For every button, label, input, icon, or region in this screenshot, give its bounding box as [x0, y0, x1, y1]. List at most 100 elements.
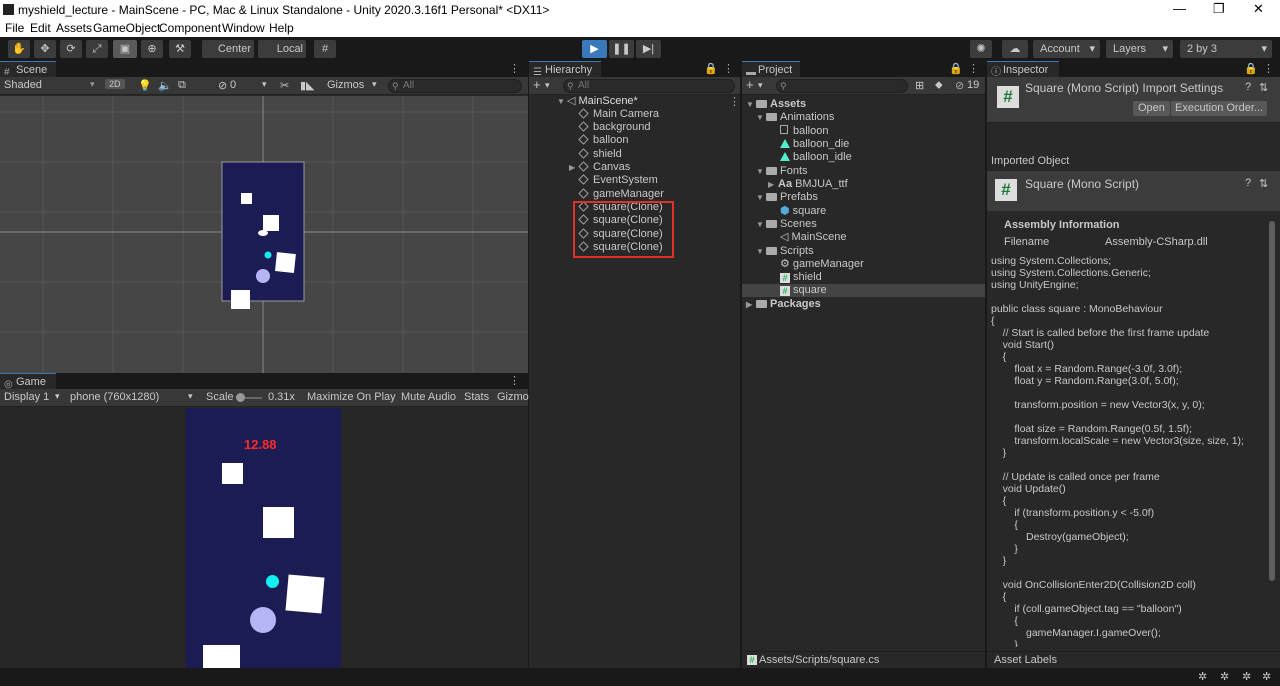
game-viewport[interactable]: 12.88 — [0, 408, 528, 668]
list-item[interactable]: Main Camera — [578, 108, 659, 121]
resolution-dropdown[interactable]: phone (760x1280) — [70, 391, 159, 403]
custom-tool-icon[interactable]: ⚒ — [169, 40, 191, 58]
mute-audio-toggle[interactable]: Mute Audio — [401, 391, 456, 403]
effects-icon[interactable]: ⧉ — [178, 79, 186, 92]
pivot-local-button[interactable]: Local — [258, 40, 306, 58]
scene-root-item[interactable]: ▼ ◁ MainScene* — [557, 95, 638, 108]
scale-tool-icon[interactable]: ⤢ — [86, 40, 108, 58]
hidden-packages-icon[interactable]: ⊘ — [955, 79, 964, 92]
more-icon[interactable]: ⋮ — [723, 62, 734, 75]
list-item[interactable]: shield — [578, 148, 622, 161]
add-icon[interactable]: + — [533, 77, 541, 92]
menu-component[interactable]: Component — [159, 21, 221, 35]
list-item[interactable]: background — [578, 121, 651, 134]
gizmos-dropdown[interactable]: Gizmos — [327, 79, 364, 91]
list-item[interactable]: ⚙ gameManager — [780, 258, 864, 271]
more-icon[interactable]: ⋮ — [729, 95, 740, 108]
visibility-icon[interactable]: ⊘ — [218, 79, 227, 92]
tab-scene[interactable]: # Scene — [0, 61, 56, 78]
list-item[interactable]: ⬢ square — [780, 205, 826, 218]
menu-edit[interactable]: Edit — [30, 21, 51, 35]
folder-scenes[interactable]: ▼ Scenes — [756, 218, 817, 231]
search-by-type-icon[interactable]: ⊞ — [915, 79, 924, 92]
tools-icon[interactable]: ✂ — [280, 79, 289, 92]
gizmos-toggle[interactable]: Gizmo — [497, 391, 529, 403]
lock-icon[interactable]: 🔒 — [949, 62, 963, 75]
project-search-input[interactable] — [776, 79, 908, 93]
pause-button[interactable]: ❚❚ — [609, 40, 634, 58]
list-item[interactable]: balloon_idle — [780, 151, 852, 164]
account-dropdown[interactable]: Account ▾ — [1033, 40, 1100, 58]
list-item[interactable]: balloon — [780, 125, 828, 138]
tab-game[interactable]: ◎ Game — [0, 373, 56, 390]
list-item[interactable]: EventSystem — [578, 174, 658, 187]
help-icon[interactable]: ? — [1245, 81, 1251, 93]
audio-icon[interactable]: 🔈 — [158, 79, 172, 92]
list-item[interactable]: gameManager — [578, 188, 664, 201]
more-icon[interactable]: ⋮ — [968, 62, 979, 75]
list-item[interactable]: balloon — [578, 134, 628, 147]
menu-file[interactable]: File — [5, 21, 24, 35]
lighting-icon[interactable]: 💡 — [138, 79, 152, 92]
tab-inspector[interactable]: ⓘ Inspector — [987, 61, 1059, 78]
folder-prefabs[interactable]: ▼ Prefabs — [756, 191, 818, 204]
collab-icon[interactable]: ✺ — [970, 40, 992, 58]
tab-project[interactable]: ▬ Project — [742, 61, 800, 78]
folder-assets[interactable]: ▼ Assets — [746, 98, 806, 111]
grid-snap-icon[interactable]: # — [314, 40, 336, 58]
hand-tool-icon[interactable]: ✋ — [8, 40, 30, 58]
execution-order-button[interactable]: Execution Order... — [1171, 101, 1268, 116]
transform-tool-icon[interactable]: ⊕ — [141, 40, 163, 58]
scene-search-input[interactable]: All — [388, 79, 522, 93]
maximize-button[interactable]: ❐ — [1213, 1, 1225, 17]
rect-tool-icon[interactable]: ▣ — [113, 40, 137, 58]
pivot-center-button[interactable]: Center — [202, 40, 254, 58]
more-icon[interactable]: ⋮ — [1263, 62, 1274, 75]
menu-help[interactable]: Help — [269, 21, 294, 35]
camera-icon[interactable]: ▮◣ — [300, 79, 315, 92]
play-button[interactable]: ▶ — [582, 40, 607, 58]
lock-icon[interactable]: 🔒 — [704, 62, 718, 75]
menu-window[interactable]: Window — [222, 21, 265, 35]
settings-icon[interactable]: ✲ — [1262, 670, 1271, 683]
bake-icon[interactable]: ✲ — [1220, 670, 1229, 683]
lock-icon[interactable]: 🔒 — [1244, 62, 1258, 75]
list-item[interactable]: balloon_die — [780, 138, 849, 151]
maximize-on-play-toggle[interactable]: Maximize On Play — [307, 391, 396, 403]
hierarchy-search-input[interactable]: All — [563, 79, 735, 93]
folder-fonts[interactable]: ▼ Fonts — [756, 165, 808, 178]
cloud-icon[interactable]: ☁ — [1002, 40, 1028, 58]
debug-icon[interactable]: ✲ — [1198, 670, 1207, 683]
list-item[interactable]: ▶ Aa BMJUA_ttf — [768, 178, 848, 191]
rotate-tool-icon[interactable]: ⟳ — [60, 40, 82, 58]
progress-icon[interactable]: ✲ — [1242, 670, 1251, 683]
minimize-button[interactable]: — — [1173, 1, 1186, 16]
2d-toggle[interactable]: 2D — [105, 79, 125, 89]
move-tool-icon[interactable]: ✥ — [34, 40, 56, 58]
layers-dropdown[interactable]: Layers ▾ — [1106, 40, 1173, 58]
step-button[interactable]: ▶| — [636, 40, 661, 58]
display-dropdown[interactable]: Display 1 — [4, 391, 49, 403]
list-item[interactable]: ◁ MainScene — [780, 231, 847, 244]
tab-hierarchy[interactable]: ☰ Hierarchy — [529, 61, 601, 78]
folder-animations[interactable]: ▼ Animations — [756, 111, 834, 124]
add-icon[interactable]: + — [746, 77, 754, 92]
list-item[interactable]: # shield — [780, 271, 822, 284]
shading-dropdown[interactable]: Shaded — [4, 79, 42, 91]
label-icon[interactable]: ⬥ — [935, 79, 943, 92]
help-icon[interactable]: ? — [1245, 177, 1251, 189]
scrollbar[interactable] — [1269, 221, 1275, 581]
settings-icon[interactable]: ⇅ — [1259, 177, 1268, 190]
list-item[interactable]: # square — [780, 284, 827, 297]
more-icon[interactable]: ⋮ — [509, 374, 520, 387]
settings-icon[interactable]: ⇅ — [1259, 81, 1268, 94]
list-item[interactable]: ▶ Canvas — [569, 161, 630, 174]
open-button[interactable]: Open — [1133, 101, 1170, 116]
close-button[interactable]: ✕ — [1253, 1, 1264, 17]
folder-packages[interactable]: ▶ Packages — [746, 298, 821, 311]
menu-assets[interactable]: Assets — [56, 21, 92, 35]
menu-gameobject[interactable]: GameObject — [93, 21, 160, 35]
folder-scripts[interactable]: ▼ Scripts — [756, 245, 814, 258]
scale-slider-thumb[interactable] — [236, 393, 245, 402]
scene-viewport[interactable] — [0, 96, 528, 373]
